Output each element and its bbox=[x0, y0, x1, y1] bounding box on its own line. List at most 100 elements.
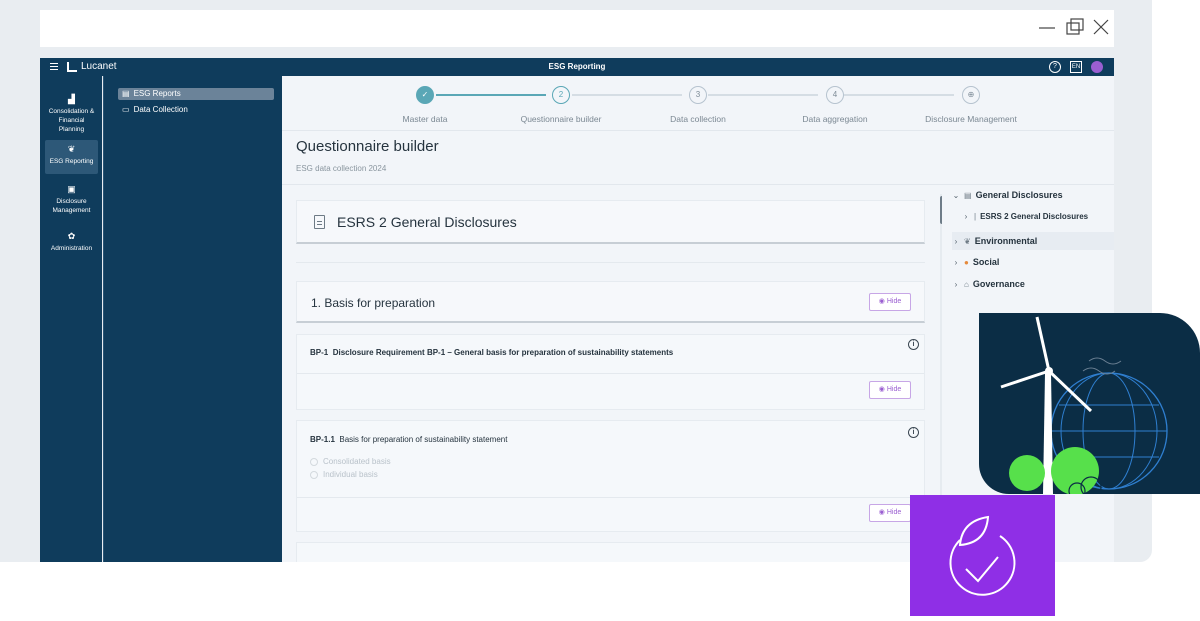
tree-item-label: ESG Reports bbox=[133, 89, 181, 98]
check-icon: ✓ bbox=[416, 86, 434, 104]
chevron-right-icon: › bbox=[954, 279, 958, 289]
step-data-aggregation[interactable]: 4 Data aggregation bbox=[765, 86, 905, 124]
esg-leaf-check-illustration bbox=[910, 495, 1055, 616]
rail-item-disclosure[interactable]: ▣ Disclosure Management bbox=[45, 180, 98, 215]
leaf-icon: ❦ bbox=[964, 236, 971, 246]
question-text: Basis for preparation of sustainability … bbox=[339, 435, 508, 444]
outline-label: ESRS 2 General Disclosures bbox=[980, 212, 1089, 221]
tree-item-esg-reports[interactable]: ▤ ESG Reports bbox=[118, 88, 274, 100]
chevron-down-icon: ⌄ bbox=[952, 190, 960, 200]
wind-turbine-globe-icon bbox=[1000, 316, 1168, 494]
progress-stepper: ✓ Master data 2 Questionnaire builder 3 … bbox=[282, 76, 1114, 131]
step-label: Data collection bbox=[670, 114, 726, 124]
step-number: 4 bbox=[826, 86, 844, 104]
question-code: BP-1.1 bbox=[310, 435, 335, 444]
info-icon[interactable]: i bbox=[908, 427, 919, 438]
step-master-data[interactable]: ✓ Master data bbox=[355, 86, 495, 124]
outline-label: Governance bbox=[972, 279, 1025, 289]
step-label: Questionnaire builder bbox=[520, 114, 602, 124]
document-icon bbox=[314, 215, 325, 229]
minimize-icon[interactable] bbox=[1038, 18, 1056, 36]
restore-icon[interactable] bbox=[1066, 18, 1084, 36]
requirement-code: BP-1 bbox=[310, 348, 329, 357]
step-label: Master data bbox=[402, 114, 448, 124]
radio-consolidated-basis[interactable]: Consolidated basis bbox=[310, 457, 391, 466]
folder-icon: ▭ bbox=[122, 105, 130, 114]
question-bp11-label: BP-1.1 Basis for preparation of sustaina… bbox=[310, 435, 507, 444]
file-icon: ▤ bbox=[122, 89, 130, 98]
requirement-text: Disclosure Requirement BP-1 – General ba… bbox=[332, 348, 674, 357]
rail-item-label: Consolidation & Financial Planning bbox=[48, 108, 95, 133]
navigation-tree: ▤ ESG Reports ▭ Data Collection bbox=[103, 76, 282, 562]
step-label: Disclosure Management bbox=[925, 114, 1017, 124]
next-card-partial bbox=[296, 542, 925, 562]
eye-icon: ◉ bbox=[878, 298, 887, 305]
eye-icon: ◉ bbox=[878, 386, 887, 393]
language-badge[interactable]: EN bbox=[1070, 61, 1082, 73]
chevron-right-icon: › bbox=[954, 257, 958, 267]
step-disclosure-management[interactable]: ⊕ Disclosure Management bbox=[901, 86, 1041, 124]
rail-item-administration[interactable]: ✿ Administration bbox=[45, 227, 98, 253]
rail-item-label: ESG Reporting bbox=[49, 158, 94, 165]
hide-section-button[interactable]: ◉ Hide bbox=[869, 293, 911, 311]
requirement-card-bp1: BP-1 Disclosure Requirement BP-1 – Gener… bbox=[296, 334, 925, 410]
outline-label: Environmental bbox=[974, 236, 1038, 246]
rail-item-esg-reporting[interactable]: ❦ ESG Reporting bbox=[45, 140, 98, 174]
divider bbox=[297, 497, 924, 498]
step-questionnaire-builder[interactable]: 2 Questionnaire builder bbox=[491, 86, 631, 124]
window-titlebar bbox=[40, 10, 1114, 47]
section-header: 1. Basis for preparation ◉ Hide bbox=[296, 281, 925, 323]
info-icon[interactable]: i bbox=[908, 339, 919, 350]
outline-general-disclosures[interactable]: ⌄ ▤ General Disclosures bbox=[952, 190, 1063, 200]
eye-icon: ◉ bbox=[878, 509, 887, 516]
section-title: 1. Basis for preparation bbox=[311, 296, 436, 310]
rail-item-label: Disclosure Management bbox=[52, 198, 91, 214]
outline-esrs2[interactable]: › | ESRS 2 General Disclosures bbox=[962, 212, 1088, 221]
person-icon: ● bbox=[964, 257, 969, 267]
help-icon[interactable]: ? bbox=[1049, 61, 1061, 73]
radio-circle bbox=[310, 470, 318, 479]
chart-icon: ▟ bbox=[68, 94, 75, 104]
outline-label: General Disclosures bbox=[975, 190, 1063, 200]
rail-item-label: Administration bbox=[50, 245, 93, 252]
page-title: Questionnaire builder bbox=[296, 138, 439, 155]
bar-icon: | bbox=[974, 212, 977, 221]
divider bbox=[297, 373, 924, 374]
radio-circle bbox=[310, 457, 318, 466]
disclosure-step-icon: ⊕ bbox=[962, 86, 980, 104]
user-avatar-icon[interactable] bbox=[1091, 61, 1103, 73]
outline-governance[interactable]: › ⌂ Governance bbox=[952, 279, 1025, 289]
wind-turbine-illustration bbox=[979, 313, 1200, 494]
hide-label: Hide bbox=[886, 509, 902, 516]
radio-label: Consolidated basis bbox=[323, 457, 391, 466]
close-icon[interactable] bbox=[1092, 18, 1110, 36]
divider bbox=[282, 184, 1114, 185]
hide-label: Hide bbox=[886, 298, 902, 305]
document-icon: ▣ bbox=[67, 184, 76, 194]
hide-bp1-button[interactable]: ◉ Hide bbox=[869, 381, 911, 399]
app-title: ESG Reporting bbox=[548, 62, 606, 71]
radio-individual-basis[interactable]: Individual basis bbox=[310, 470, 378, 479]
document-title-card: ESRS 2 General Disclosures bbox=[296, 200, 925, 244]
gear-icon: ✿ bbox=[67, 231, 76, 241]
step-number: 3 bbox=[689, 86, 707, 104]
outline-environmental[interactable]: › ❦ Environmental bbox=[952, 232, 1114, 250]
step-data-collection[interactable]: 3 Data collection bbox=[628, 86, 768, 124]
chevron-right-icon: › bbox=[964, 212, 968, 221]
leaf-icon: ❦ bbox=[67, 144, 76, 154]
radio-label: Individual basis bbox=[323, 470, 378, 479]
page-header: Questionnaire builder ESG data collectio… bbox=[296, 138, 439, 173]
bank-icon: ⌂ bbox=[964, 279, 969, 289]
requirement-bp1-label: BP-1 Disclosure Requirement BP-1 – Gener… bbox=[310, 348, 673, 357]
tree-item-label: Data Collection bbox=[133, 105, 188, 114]
step-label: Data aggregation bbox=[802, 114, 868, 124]
leaf-check-icon bbox=[949, 515, 1016, 596]
divider bbox=[296, 262, 925, 263]
outline-label: Social bbox=[972, 257, 1000, 267]
outline-social[interactable]: › ● Social bbox=[952, 257, 1000, 267]
hide-bp11-button[interactable]: ◉ Hide bbox=[869, 504, 911, 522]
chevron-right-icon: › bbox=[954, 236, 958, 246]
rail-item-consolidation[interactable]: ▟ Consolidation & Financial Planning bbox=[45, 90, 98, 134]
document-title: ESRS 2 General Disclosures bbox=[337, 214, 517, 230]
tree-item-data-collection[interactable]: ▭ Data Collection bbox=[118, 104, 188, 116]
